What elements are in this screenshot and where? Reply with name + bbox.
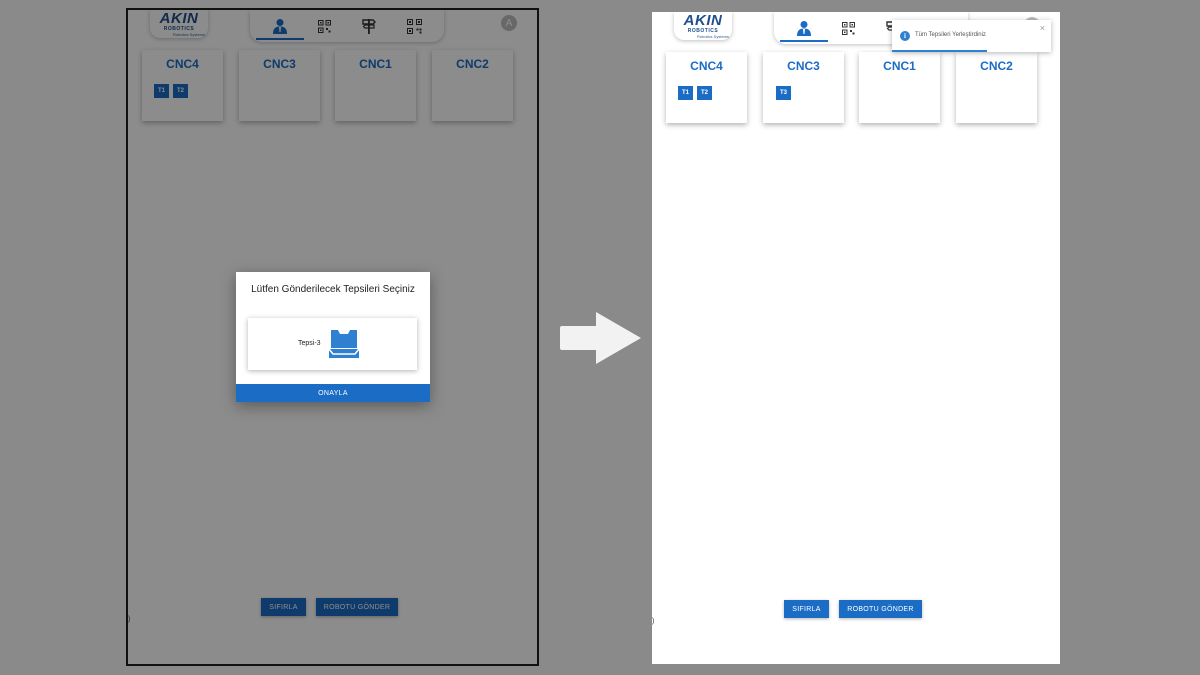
tray-badge: T1 (678, 86, 693, 100)
logo: AKIN ROBOTICS Robotics Systems (674, 12, 732, 40)
tray-select-modal: Lütfen Gönderilecek Tepsileri Seçiniz Te… (236, 272, 430, 402)
tray-icon (328, 330, 360, 358)
close-icon[interactable]: × (1040, 23, 1045, 33)
confirm-button[interactable]: ONAYLA (236, 384, 430, 402)
toast-progress-bar (892, 50, 988, 52)
cnc-card[interactable]: CNC2 (956, 52, 1037, 123)
cnc-card-list: CNC4 T1 T2 CNC3 T3 CNC1 CNC2 (666, 52, 1046, 124)
send-robot-button[interactable]: ROBOTU GÖNDER (839, 600, 922, 618)
screen-after: AKIN ROBOTICS Robotics Systems A CNC4 T1… (652, 12, 1060, 664)
modal-title: Lütfen Gönderilecek Tepsileri Seçiniz (251, 284, 415, 295)
user-icon (797, 21, 811, 36)
toast-notification: i Tüm Tepsileri Yerleştirdiniz × (892, 20, 1051, 52)
tray-option-label: Tepsi-3 (298, 340, 321, 347)
cnc-title: CNC3 (787, 59, 820, 73)
screen-before: AKIN ROBOTICS Robotics Systems A CNC4 T1… (126, 8, 539, 666)
stray-text: ) (652, 618, 655, 625)
cnc-title: CNC1 (883, 59, 916, 73)
tray-option[interactable]: Tepsi-3 (248, 318, 417, 370)
toast-message: Tüm Tepsileri Yerleştirdiniz (915, 32, 986, 38)
cnc-card[interactable]: CNC1 (859, 52, 940, 123)
action-bar: SIFIRLA ROBOTU GÖNDER (652, 600, 1060, 619)
cnc-title: CNC4 (690, 59, 723, 73)
cnc-title: CNC2 (980, 59, 1013, 73)
tab-qr-code[interactable] (832, 15, 864, 41)
cnc-card[interactable]: CNC3 T3 (763, 52, 844, 123)
arrow-right-icon (560, 312, 641, 364)
tray-badge: T3 (776, 86, 791, 100)
cnc-card[interactable]: CNC4 T1 T2 (666, 52, 747, 123)
tray-badge: T2 (697, 86, 712, 100)
reset-button[interactable]: SIFIRLA (784, 600, 829, 618)
qr-code-icon (841, 21, 855, 35)
tab-user[interactable] (780, 15, 828, 42)
info-icon: i (900, 31, 910, 41)
